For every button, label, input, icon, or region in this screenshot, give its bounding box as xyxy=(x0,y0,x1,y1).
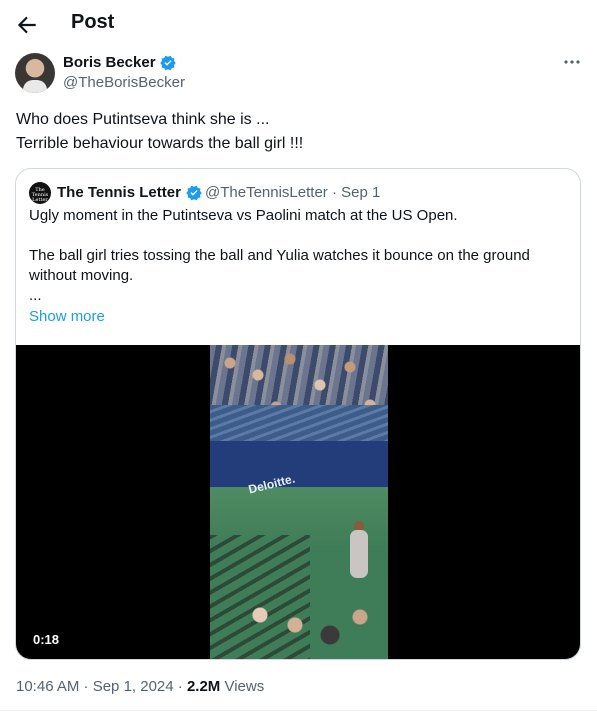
quoted-handle-date[interactable]: @TheTennisLetter · Sep 1 xyxy=(205,184,380,201)
author-handle[interactable]: @TheBorisBecker xyxy=(63,74,185,91)
post-text-line: Terrible behaviour towards the ball girl… xyxy=(16,135,304,152)
header: Post xyxy=(0,0,597,50)
post-text: Who does Putintseva think she is ... Ter… xyxy=(16,108,303,156)
avatar[interactable] xyxy=(15,53,55,93)
post-meta: 10:46 AM · Sep 1, 2024 · 2.2M Views xyxy=(16,678,264,695)
more-button[interactable] xyxy=(562,54,582,70)
verified-badge-icon xyxy=(186,185,202,201)
page-title: Post xyxy=(71,11,115,33)
post-text-line: Who does Putintseva think she is ... xyxy=(16,111,270,128)
divider xyxy=(0,710,597,711)
show-more-link[interactable]: Show more xyxy=(29,308,105,325)
quoted-paragraph: ... xyxy=(29,287,42,304)
verified-badge-icon xyxy=(160,55,176,71)
more-horizontal-icon xyxy=(564,60,580,64)
quoted-avatar[interactable]: The Tennis Letter xyxy=(29,182,51,204)
video-duration: 0:18 xyxy=(33,632,60,647)
quoted-text: Ugly moment in the Putintseva vs Paolini… xyxy=(29,206,569,306)
video-frame: Deloitte. xyxy=(210,345,388,659)
quoted-avatar-text: The Tennis Letter xyxy=(31,187,49,203)
quoted-post[interactable]: The Tennis Letter The Tennis Letter @The… xyxy=(15,168,581,660)
arrow-left-icon xyxy=(17,16,36,34)
author-name[interactable]: Boris Becker xyxy=(63,54,156,71)
quoted-author-name[interactable]: The Tennis Letter xyxy=(57,184,181,201)
post-timestamp[interactable]: 10:46 AM · Sep 1, 2024 · xyxy=(16,678,183,695)
back-button[interactable] xyxy=(14,12,40,38)
views-count: 2.2M xyxy=(186,678,221,695)
quoted-paragraph: Ugly moment in the Putintseva vs Paolini… xyxy=(29,207,458,224)
video-player[interactable]: Deloitte. 0:18 xyxy=(16,345,580,659)
views-label: Views xyxy=(224,678,265,695)
quoted-paragraph: The ball girl tries tossing the ball and… xyxy=(29,247,530,284)
